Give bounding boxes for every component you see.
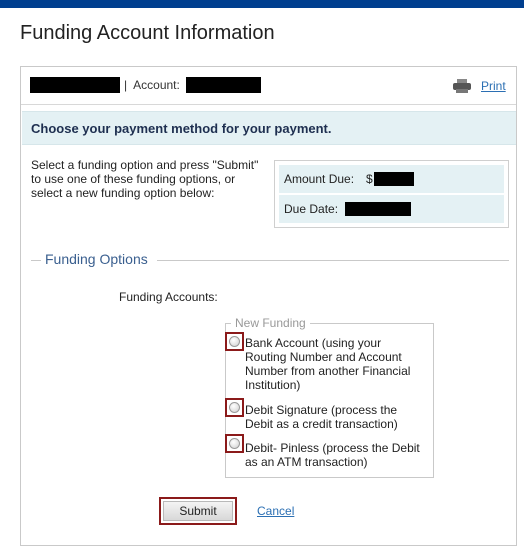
due-date-row: Due Date: — [279, 195, 504, 223]
redacted-amount — [374, 172, 414, 186]
account-label: Account: — [133, 78, 180, 92]
due-date-label: Due Date: — [284, 202, 339, 216]
redacted-due-date — [345, 202, 411, 216]
amount-due-row: Amount Due: $ — [279, 165, 504, 193]
radio-bank-account[interactable] — [225, 332, 244, 351]
redacted-account-name — [30, 77, 120, 93]
funding-panel: | Account: Print Choose your payment met… — [20, 66, 517, 546]
top-accent-bar — [0, 0, 524, 8]
radio-button-icon — [229, 438, 240, 449]
fieldset-rule-left — [31, 260, 41, 261]
option-debit-signature-label[interactable]: Debit Signature (process the Debit as a … — [245, 403, 420, 431]
new-funding-legend: New Funding — [231, 316, 310, 330]
account-label-group: | Account: — [124, 78, 180, 92]
option-bank-account-label[interactable]: Bank Account (using your Routing Number … — [245, 336, 420, 392]
radio-debit-pinless[interactable] — [225, 434, 244, 453]
amount-due-label: Amount Due: — [284, 172, 355, 186]
redacted-account-number — [186, 77, 261, 93]
fieldset-rule-right — [157, 260, 509, 261]
submit-button-frame[interactable]: Submit — [159, 497, 237, 525]
instructions-text: Select a funding option and press "Submi… — [31, 158, 259, 200]
radio-button-icon — [229, 402, 240, 413]
currency-symbol: $ — [366, 172, 373, 186]
cancel-link[interactable]: Cancel — [257, 504, 294, 518]
amount-summary-box: Amount Due: $ Due Date: — [274, 160, 509, 228]
submit-button[interactable]: Submit — [163, 501, 233, 521]
account-row: | Account: Print — [21, 67, 516, 105]
radio-debit-signature[interactable] — [225, 398, 244, 417]
account-separator: | — [124, 78, 128, 92]
funding-accounts-label: Funding Accounts: — [119, 290, 218, 304]
payment-method-heading: Choose your payment method for your paym… — [31, 121, 332, 136]
payment-method-banner: Choose your payment method for your paym… — [22, 111, 516, 145]
print-label: Print — [481, 79, 506, 93]
funding-options-legend: Funding Options — [45, 251, 148, 267]
option-debit-pinless-label[interactable]: Debit- Pinless (process the Debit as an … — [245, 441, 420, 469]
printer-icon — [453, 79, 471, 93]
page-title: Funding Account Information — [20, 22, 275, 44]
radio-button-icon — [229, 336, 240, 347]
print-link[interactable]: Print — [453, 79, 506, 93]
